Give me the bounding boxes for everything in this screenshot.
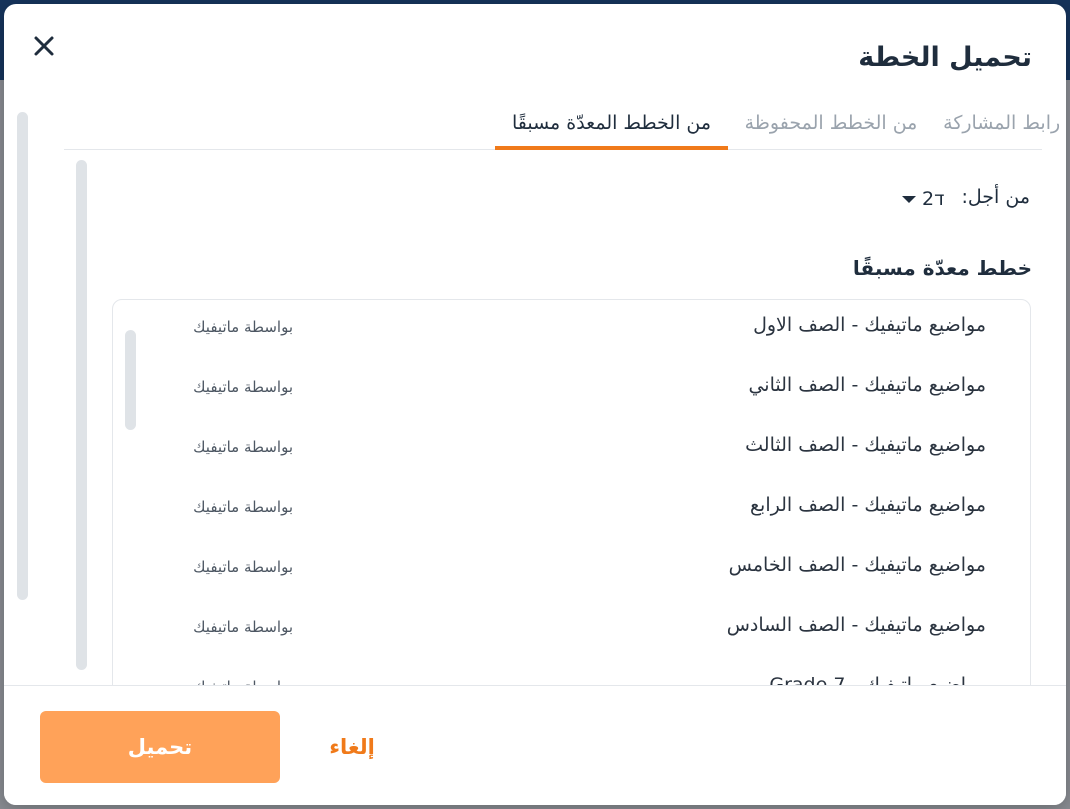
premade-plans-heading: خطط معدّة مسبقًا [852, 256, 1032, 280]
dialog-title: تحميل الخطة [858, 42, 1032, 73]
load-plan-dialog: تحميل الخطة من رابط المشاركة من الخطط ال… [4, 4, 1066, 805]
premade-plans-list: مواضيع ماتيفيك - الصف الاول بواسطة ماتيف… [112, 299, 1031, 719]
list-item[interactable]: مواضيع ماتيفيك - الصف الاول بواسطة ماتيف… [113, 300, 1030, 360]
dialog-footer: تحميل إلغاء [4, 685, 1066, 805]
list-item[interactable]: مواضيع ماتيفيك - الصف السادس بواسطة ماتي… [113, 600, 1030, 660]
plan-name: مواضيع ماتيفيك - الصف السادس [726, 614, 986, 636]
plan-author: بواسطة ماتيفيك [193, 498, 293, 516]
plan-name: مواضيع ماتيفيك - الصف الاول [753, 314, 986, 336]
plan-author: بواسطة ماتيفيك [193, 558, 293, 576]
plan-name: مواضيع ماتيفيك - الصف الرابع [749, 494, 986, 516]
plan-name: مواضيع ماتيفيك - الصف الثاني [748, 374, 986, 396]
list-item[interactable]: مواضيع ماتيفيك - الصف الخامس بواسطة ماتي… [113, 540, 1030, 600]
load-button[interactable]: تحميل [40, 711, 280, 783]
list-item[interactable]: مواضيع ماتيفيك - الصف الرابع بواسطة ماتي… [113, 480, 1030, 540]
for-label: من أجل: [961, 186, 1031, 208]
plan-name: مواضيع ماتيفيك - الصف الثالث [745, 434, 986, 456]
list-item[interactable]: مواضيع ماتيفيك - الصف الثالث بواسطة ماتي… [113, 420, 1030, 480]
cancel-button[interactable]: إلغاء [304, 711, 400, 783]
plan-author: بواسطة ماتيفيك [193, 438, 293, 456]
plan-author: بواسطة ماتيفيك [193, 618, 293, 636]
plan-name: مواضيع ماتيفيك - الصف الخامس [728, 554, 986, 576]
close-button[interactable] [28, 30, 60, 62]
grade-select-value: 2ד [922, 188, 945, 210]
close-icon [34, 36, 54, 56]
content-scrollbar[interactable] [76, 160, 87, 670]
dialog-scrollbar[interactable] [17, 112, 28, 600]
tab-from-premade-plans[interactable]: من الخطط المعدّة مسبقًا [495, 100, 728, 150]
tab-from-saved-plans[interactable]: من الخطط المحفوظة [740, 100, 922, 150]
source-tabs: من رابط المشاركة من الخطط المحفوظة من ال… [64, 100, 1066, 150]
plan-author: بواسطة ماتيفيك [193, 318, 293, 336]
list-item[interactable]: مواضيع ماتيفيك - الصف الثاني بواسطة ماتي… [113, 360, 1030, 420]
plan-author: بواسطة ماتيفيك [193, 378, 293, 396]
caret-down-icon [902, 195, 916, 203]
tab-from-share-link[interactable]: من رابط المشاركة [942, 100, 1066, 150]
grade-select[interactable]: 2ד [902, 186, 952, 212]
